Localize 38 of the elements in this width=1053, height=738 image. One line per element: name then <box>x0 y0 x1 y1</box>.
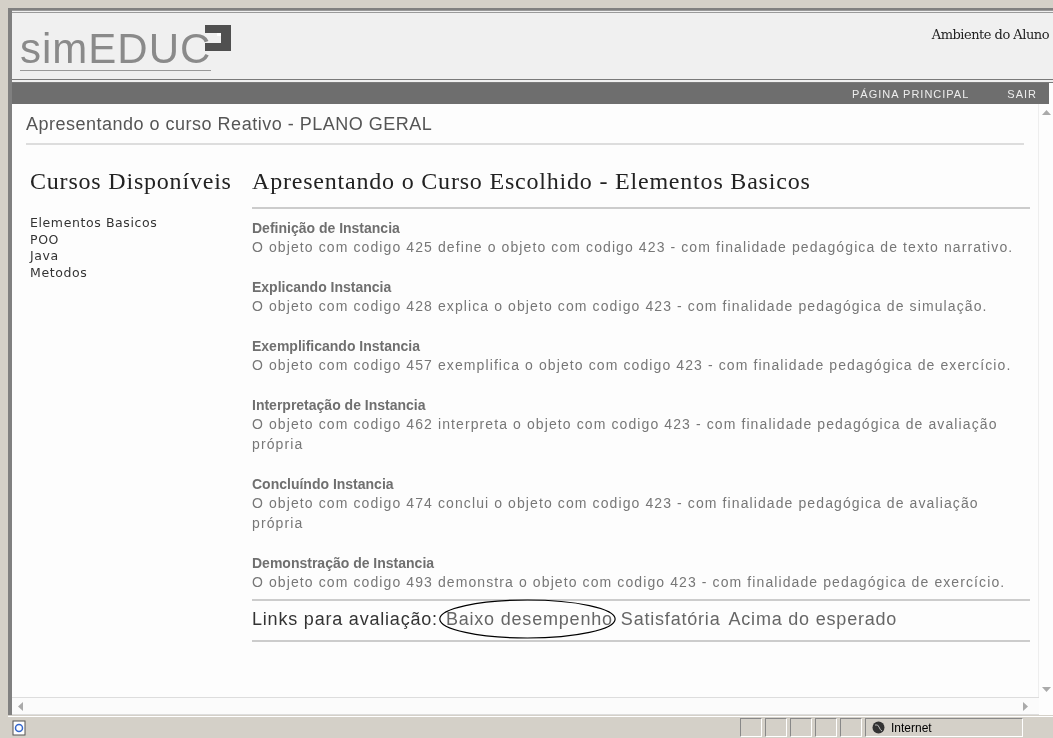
evaluation-link[interactable]: Baixo desempenho <box>445 609 613 629</box>
course-heading: Apresentando o Curso Escolhido - Elementos Basicos <box>252 167 1030 209</box>
scroll-up-icon[interactable] <box>1041 110 1051 116</box>
entry-description: O objeto com codigo 474 conclui o objeto com codigo 423 - com finalidade pedagógica de avaliação própria <box>252 494 980 533</box>
links-label: Links para avaliação: <box>252 609 438 630</box>
course-link[interactable]: POO <box>30 231 252 248</box>
entry-description: O objeto com codigo 428 explica o objeto com codigo 423 - com finalidade pedagógica de simulação. <box>252 297 989 316</box>
course-link[interactable]: Elementos Basicos <box>30 215 252 232</box>
entry-title: Concluíndo Instancia <box>252 475 394 493</box>
entry-title: Interpretação de Instancia <box>252 396 426 414</box>
course-link[interactable]: Java <box>30 248 252 265</box>
entry-title: Demonstração de Instancia <box>252 554 435 572</box>
page-title: Apresentando o curso Reativo - PLANO GERAL <box>26 104 1024 145</box>
page-icon <box>12 719 26 736</box>
entry-title: Explicando Instancia <box>252 278 392 296</box>
zone-label: Internet <box>891 720 932 735</box>
status-panel <box>765 718 787 737</box>
scroll-left-icon[interactable] <box>18 701 24 711</box>
status-panel <box>815 718 837 737</box>
globe-icon <box>872 721 885 734</box>
status-panel <box>790 718 812 737</box>
nav-link[interactable]: PÁGINA PRINCIPAL <box>852 87 970 100</box>
status-panel <box>740 718 762 737</box>
course-link[interactable]: Metodos <box>30 264 252 281</box>
scroll-down-icon[interactable] <box>1041 687 1051 693</box>
nav-link[interactable]: SAIR <box>1007 87 1037 100</box>
scroll-right-icon[interactable] <box>1023 701 1029 711</box>
entry-description: O objeto com codigo 493 demonstra o objeto com codigo 423 - com finalidade pedagógica de exercício. <box>252 573 1007 592</box>
evaluation-link[interactable]: Acima do esperado <box>728 609 898 629</box>
area-title: Ambiente do Aluno <box>931 26 1049 44</box>
entry-description: O objeto com codigo 457 exemplifica o objeto com codigo 423 - com finalidade pedagógica de exercício. <box>252 356 1013 375</box>
entry-description: O objeto com codigo 462 interpreta o objeto com codigo 423 - com finalidade pedagógica de avaliação própria <box>252 415 999 454</box>
entry-title: Definição de Instancia <box>252 219 400 237</box>
entry-title: Exemplificando Instancia <box>252 337 421 355</box>
entry-description: O objeto com codigo 425 define o objeto com codigo 423 - com finalidade pedagógica de texto narrativo. <box>252 238 1015 257</box>
sidebar-heading: Cursos Disponíveis <box>30 167 233 195</box>
evaluation-link[interactable]: Satisfatória <box>620 609 721 629</box>
status-panel <box>840 718 862 737</box>
